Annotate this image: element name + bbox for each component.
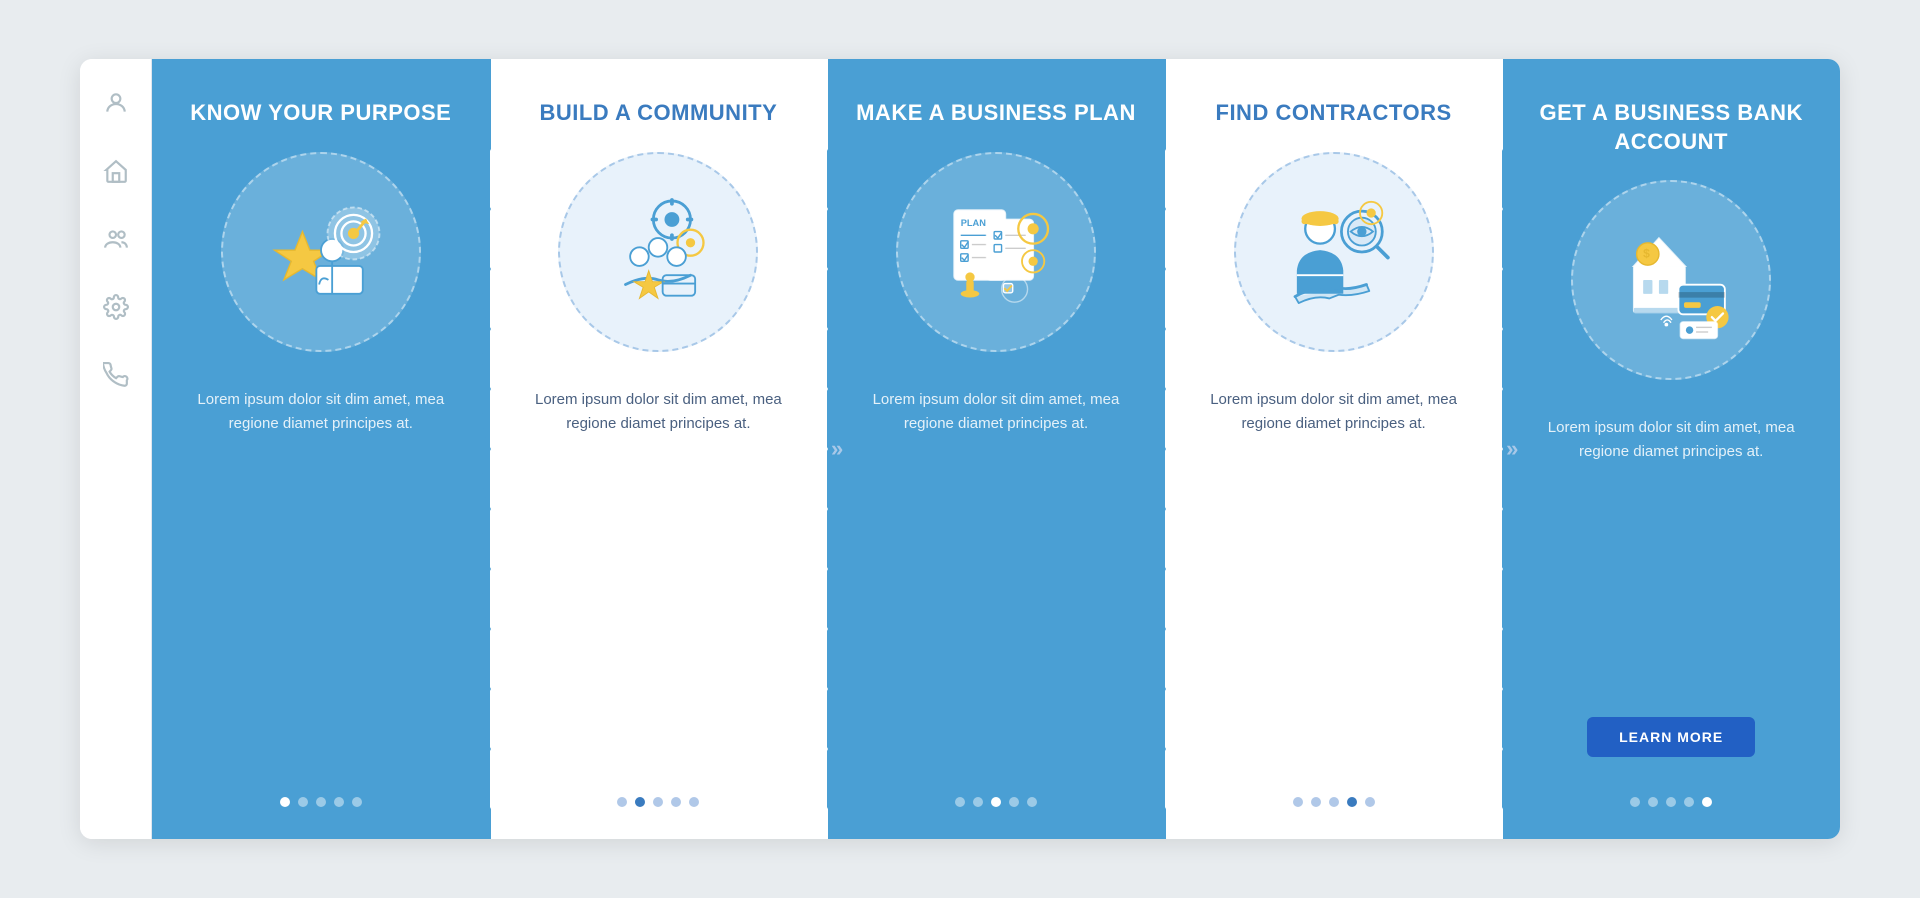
learn-more-button[interactable]: LEARN MORE bbox=[1587, 717, 1755, 757]
card-title-5: GET A BUSINESS BANK ACCOUNT bbox=[1530, 99, 1812, 156]
phone-icon[interactable] bbox=[100, 359, 132, 391]
dot bbox=[1009, 797, 1019, 807]
main-container: KNOW YOUR PURPOSE bbox=[80, 59, 1840, 839]
dot bbox=[1684, 797, 1694, 807]
dot bbox=[671, 797, 681, 807]
dot-active bbox=[1347, 797, 1357, 807]
dot bbox=[955, 797, 965, 807]
dot bbox=[653, 797, 663, 807]
dot bbox=[1630, 797, 1640, 807]
illustration-2 bbox=[558, 152, 758, 352]
card-title-1: KNOW YOUR PURPOSE bbox=[190, 99, 451, 128]
dot-active bbox=[280, 797, 290, 807]
user-icon[interactable] bbox=[100, 87, 132, 119]
card-title-3: MAKE A BUSINESS PLAN bbox=[856, 99, 1136, 128]
dot-active bbox=[635, 797, 645, 807]
dot bbox=[973, 797, 983, 807]
svg-text:PLAN: PLAN bbox=[961, 218, 987, 228]
dot-active bbox=[1702, 797, 1712, 807]
illustration-3: PLAN bbox=[896, 152, 1096, 352]
dot bbox=[352, 797, 362, 807]
card-desc-5: Lorem ipsum dolor sit dim amet, mea regi… bbox=[1530, 408, 1812, 717]
dot bbox=[298, 797, 308, 807]
dot bbox=[1666, 797, 1676, 807]
svg-text:$: $ bbox=[1643, 247, 1650, 261]
dots-3 bbox=[955, 797, 1037, 807]
illustration-5: $ bbox=[1571, 180, 1771, 380]
card-title-2: BUILD A COMMUNITY bbox=[539, 99, 777, 128]
dots-1 bbox=[280, 797, 362, 807]
cards-container: KNOW YOUR PURPOSE bbox=[152, 59, 1840, 839]
settings-icon[interactable] bbox=[100, 291, 132, 323]
dot-active bbox=[991, 797, 1001, 807]
dot bbox=[1311, 797, 1321, 807]
dots-5 bbox=[1630, 797, 1712, 807]
people-icon[interactable] bbox=[100, 223, 132, 255]
chevron-1: » bbox=[493, 436, 505, 462]
home-icon[interactable] bbox=[100, 155, 132, 187]
card-find-contractors: FIND CONTRACTORS bbox=[1165, 59, 1503, 839]
chevron-3: » bbox=[1169, 436, 1181, 462]
dot bbox=[316, 797, 326, 807]
card-build-a-community: BUILD A COMMUNITY bbox=[490, 59, 828, 839]
card-know-your-purpose: KNOW YOUR PURPOSE bbox=[152, 59, 490, 839]
illustration-1 bbox=[221, 152, 421, 352]
card-desc-3: Lorem ipsum dolor sit dim amet, mea regi… bbox=[855, 380, 1137, 773]
card-desc-1: Lorem ipsum dolor sit dim amet, mea regi… bbox=[180, 380, 462, 773]
dot bbox=[1365, 797, 1375, 807]
dot bbox=[1648, 797, 1658, 807]
dot bbox=[1329, 797, 1339, 807]
dot bbox=[334, 797, 344, 807]
card-make-business-plan: MAKE A BUSINESS PLAN PLAN bbox=[827, 59, 1165, 839]
card-desc-2: Lorem ipsum dolor sit dim amet, mea regi… bbox=[518, 380, 800, 773]
dot bbox=[1027, 797, 1037, 807]
illustration-4 bbox=[1234, 152, 1434, 352]
card-title-4: FIND CONTRACTORS bbox=[1216, 99, 1452, 128]
chevron-4: » bbox=[1506, 436, 1518, 462]
dots-2 bbox=[617, 797, 699, 807]
dot bbox=[689, 797, 699, 807]
dots-4 bbox=[1293, 797, 1375, 807]
card-desc-4: Lorem ipsum dolor sit dim amet, mea regi… bbox=[1193, 380, 1475, 773]
sidebar bbox=[80, 59, 152, 839]
dot bbox=[617, 797, 627, 807]
chevron-2: » bbox=[831, 436, 843, 462]
dot bbox=[1293, 797, 1303, 807]
card-get-business-bank-account: GET A BUSINESS BANK ACCOUNT $ bbox=[1502, 59, 1840, 839]
